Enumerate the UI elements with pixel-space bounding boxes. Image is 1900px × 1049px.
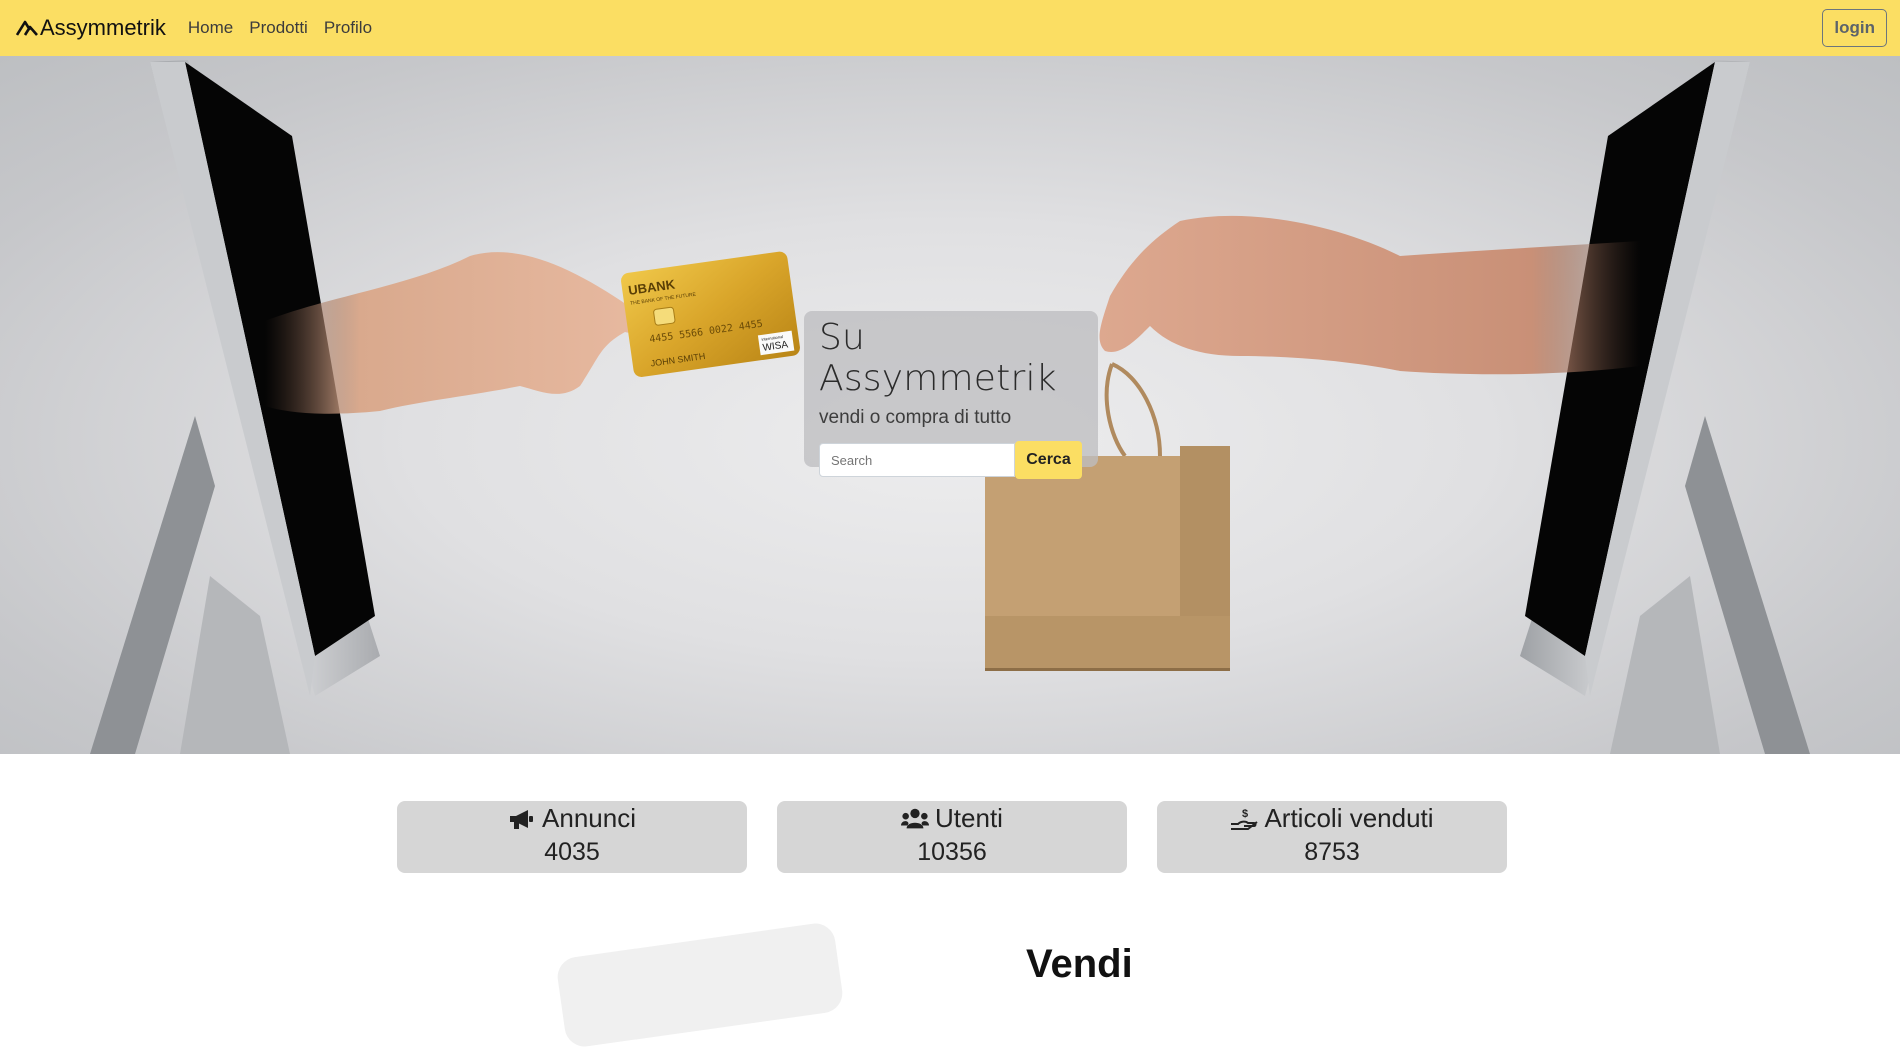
- nav-link-profilo[interactable]: Profilo: [316, 18, 380, 38]
- hand-dollar-icon: $: [1231, 808, 1259, 830]
- nav-link-home[interactable]: Home: [180, 18, 241, 38]
- hero-banner: UBANK THE BANK OF THE FUTURE 4455 5566 0…: [0, 56, 1900, 754]
- vendi-image-card: [555, 920, 845, 1049]
- search-button[interactable]: Cerca: [1015, 441, 1082, 479]
- stat-label-utenti: Utenti: [935, 803, 1003, 833]
- stat-label-articoli-venduti: Articoli venduti: [1264, 803, 1434, 833]
- left-hand: [265, 252, 645, 414]
- search-form: Cerca: [819, 441, 1083, 479]
- users-icon: [901, 808, 930, 828]
- nav-links: Home Prodotti Profilo: [180, 18, 380, 38]
- stat-value-utenti: 10356: [917, 838, 987, 866]
- right-monitor: [1520, 60, 1810, 754]
- brand-link[interactable]: Assymmetrik: [16, 15, 166, 41]
- stats-row: Annunci 4035 Utenti 10356 $ Articoli ven…: [397, 801, 1507, 873]
- login-button[interactable]: login: [1822, 9, 1887, 47]
- stat-card-articoli-venduti: $ Articoli venduti 8753: [1157, 801, 1507, 873]
- stat-value-articoli-venduti: 8753: [1304, 838, 1360, 866]
- brand-logo-icon: [16, 20, 38, 36]
- navbar: Assymmetrik Home Prodotti Profilo login: [0, 0, 1900, 56]
- search-input[interactable]: [819, 443, 1015, 477]
- hero-title: Su Assymmetrik: [819, 317, 1057, 399]
- stat-value-annunci: 4035: [544, 838, 600, 866]
- stat-card-annunci: Annunci 4035: [397, 801, 747, 873]
- credit-card: UBANK THE BANK OF THE FUTURE 4455 5566 0…: [621, 251, 800, 377]
- right-hand: [1099, 215, 1640, 375]
- hero-search-panel: Su Assymmetrik vendi o compra di tutto C…: [804, 311, 1098, 479]
- hero-subtitle: vendi o compra di tutto: [819, 407, 1012, 428]
- stat-label-annunci: Annunci: [542, 803, 636, 833]
- megaphone-icon: [510, 809, 534, 829]
- nav-link-prodotti[interactable]: Prodotti: [241, 18, 316, 38]
- brand-name: Assymmetrik: [40, 15, 166, 40]
- svg-text:$: $: [1242, 808, 1248, 820]
- stat-card-utenti: Utenti 10356: [777, 801, 1127, 873]
